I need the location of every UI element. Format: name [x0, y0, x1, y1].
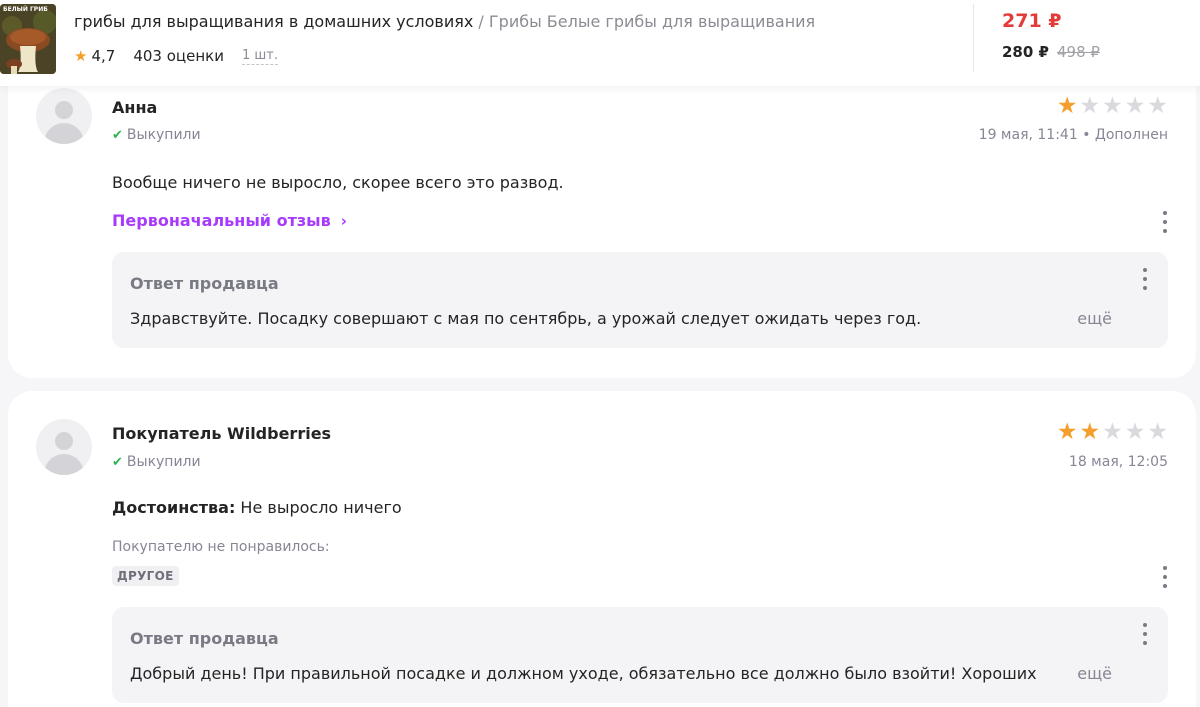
- user-icon-body: [44, 123, 84, 144]
- title-separator: /: [473, 12, 489, 31]
- original-review-link[interactable]: Первоначальный отзыв ›: [112, 211, 347, 230]
- bought-label: Выкупили: [126, 454, 201, 470]
- rating-stars: ★ ★ ★ ★ ★: [1057, 421, 1168, 444]
- star-icon: ★: [1102, 93, 1123, 119]
- star-icon: ★: [74, 47, 88, 65]
- reviews-count[interactable]: 403 оценки: [133, 47, 224, 65]
- review-author: Покупатель Wildberries: [112, 424, 332, 443]
- star-icon: ★: [1147, 419, 1168, 445]
- pros-label: Достоинства:: [112, 498, 236, 517]
- pros-text: Не выросло ничего: [235, 498, 402, 517]
- price-row: 280 ₽ 498 ₽: [1002, 43, 1100, 61]
- review-card: Анна ✔ Выкупили ★ ★ ★ ★ ★ 19 мая, 11:41 …: [8, 60, 1196, 378]
- chevron-right-icon: ›: [340, 211, 347, 230]
- product-name: грибы для выращивания в домашних условия…: [74, 12, 474, 31]
- product-brand-title: Грибы Белые грибы для выращивания: [488, 12, 816, 31]
- rating-stars: ★ ★ ★ ★ ★: [1057, 95, 1168, 118]
- star-icon: ★: [1079, 419, 1101, 445]
- review-date: 18 мая, 12:05: [1068, 454, 1168, 470]
- dislike-label: Покупателю не понравилось:: [112, 539, 330, 555]
- product-rating: 4,7: [91, 47, 116, 65]
- star-icon: ★: [1102, 419, 1123, 445]
- dislike-tag: ДРУГОЕ: [112, 566, 179, 586]
- seller-reply-menu-button[interactable]: [1142, 268, 1148, 290]
- bought-label: Выкупили: [126, 127, 201, 143]
- avatar: [36, 419, 92, 475]
- star-icon: ★: [1124, 93, 1146, 119]
- star-icon: ★: [1147, 93, 1168, 119]
- product-title[interactable]: грибы для выращивания в домашних условия…: [74, 12, 815, 31]
- check-icon: ✔: [112, 127, 123, 143]
- original-review-label: Первоначальный отзыв: [112, 211, 331, 230]
- header-divider: [973, 4, 974, 72]
- review-author: Анна: [112, 98, 158, 117]
- star-icon: ★: [1056, 419, 1078, 445]
- quantity-selector[interactable]: 1 шт.: [241, 48, 278, 65]
- review-text: Вообще ничего не выросло, скорее всего э…: [112, 173, 564, 192]
- star-icon: ★: [1079, 93, 1101, 119]
- review-date: 19 мая, 11:41 • Дополнен: [978, 127, 1168, 143]
- product-meta: ★ 4,7 403 оценки 1 шт.: [74, 47, 278, 65]
- seller-reply-menu-button[interactable]: [1142, 623, 1148, 645]
- star-icon: ★: [1056, 93, 1078, 119]
- bought-status: ✔ Выкупили: [112, 127, 201, 143]
- thumbnail-label: БЕЛЫЙ ГРИБ: [3, 6, 48, 13]
- user-icon-head: [55, 432, 73, 450]
- seller-reply-text: Добрый день! При правильной посадке и до…: [130, 664, 1037, 683]
- star-icon: ★: [1124, 419, 1146, 445]
- price-old: 498 ₽: [1056, 43, 1100, 61]
- seller-reply: Ответ продавца Здравствуйте. Посадку сов…: [112, 252, 1168, 348]
- user-icon-body: [44, 454, 84, 475]
- check-icon: ✔: [112, 454, 123, 470]
- seller-reply-more-link[interactable]: ещё: [1077, 309, 1112, 328]
- seller-reply-more-link[interactable]: ещё: [1077, 664, 1112, 683]
- review-card: Покупатель Wildberries ✔ Выкупили ★ ★ ★ …: [8, 391, 1196, 707]
- seller-reply: Ответ продавца Добрый день! При правильн…: [112, 607, 1168, 703]
- review-menu-button[interactable]: [1162, 566, 1168, 588]
- mushroom-image: [0, 4, 56, 74]
- review-menu-button[interactable]: [1162, 211, 1168, 233]
- product-thumbnail[interactable]: БЕЛЫЙ ГРИБ: [0, 4, 56, 74]
- product-header: БЕЛЫЙ ГРИБ грибы для выращивания в домаш…: [0, 0, 1200, 86]
- seller-reply-title: Ответ продавца: [130, 629, 279, 648]
- review-pros: Достоинства: Не выросло ничего: [112, 498, 402, 517]
- seller-reply-text: Здравствуйте. Посадку совершают с мая по…: [130, 309, 922, 328]
- seller-reply-title: Ответ продавца: [130, 274, 279, 293]
- bought-status: ✔ Выкупили: [112, 454, 201, 470]
- avatar: [36, 88, 92, 144]
- price-wallet: 280 ₽: [1002, 43, 1049, 61]
- price-main: 271 ₽: [1002, 10, 1062, 32]
- user-icon-head: [55, 101, 73, 119]
